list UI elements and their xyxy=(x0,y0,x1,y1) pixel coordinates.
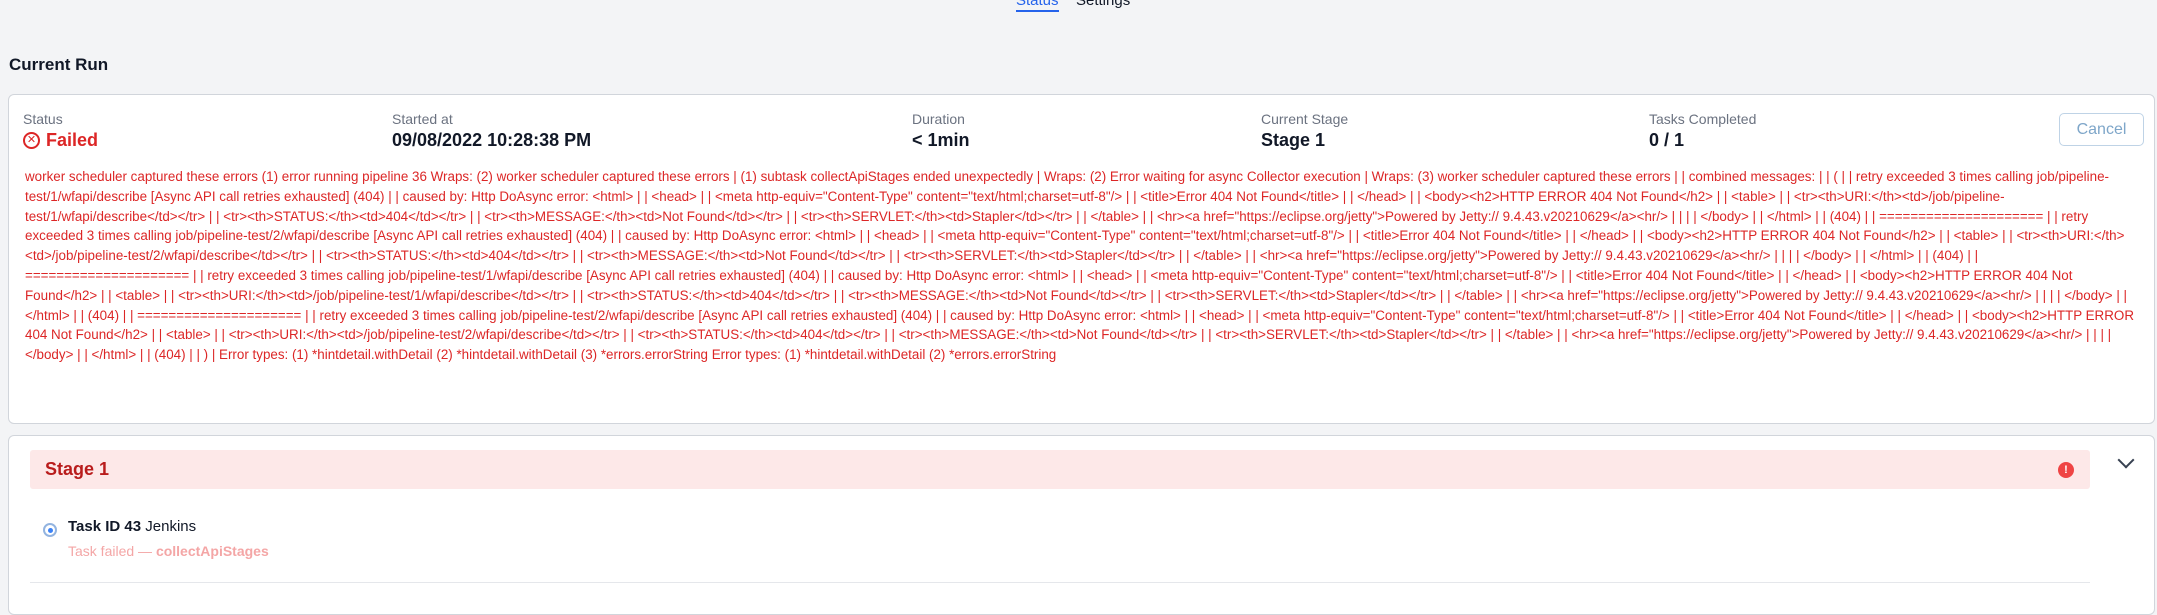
current-run-card: Status ✕ Failed Started at 09/08/2022 10… xyxy=(8,94,2155,424)
task-status-subtask: collectApiStages xyxy=(155,543,269,559)
current-stage-stat: Current Stage Stage 1 xyxy=(1261,111,1348,151)
task-status-line: Task failed — collectApiStages xyxy=(68,543,269,559)
chevron-down-icon[interactable] xyxy=(2117,451,2135,469)
failed-x-icon: ✕ xyxy=(23,131,40,149)
duration-value: < 1min xyxy=(912,130,970,150)
status-label: Status xyxy=(23,111,63,127)
error-message: worker scheduler captured these errors (… xyxy=(25,169,2134,363)
duration-label: Duration xyxy=(912,111,965,127)
tasks-completed-label: Tasks Completed xyxy=(1649,111,1757,127)
current-stage-value: Stage 1 xyxy=(1261,130,1326,150)
tab-status[interactable]: Status xyxy=(1016,0,1059,12)
stage-header[interactable]: Stage 1 ! xyxy=(30,450,2090,489)
stage-card: Stage 1 ! Task ID 43 Jenkins Task failed… xyxy=(8,435,2155,615)
started-label: Started at xyxy=(392,111,453,127)
tab-bar: Status Settings xyxy=(0,0,2157,14)
alert-icon: ! xyxy=(2058,462,2074,478)
cancel-button[interactable]: Cancel xyxy=(2059,113,2144,146)
status-text: Failed xyxy=(46,130,99,150)
started-stat: Started at 09/08/2022 10:28:38 PM xyxy=(392,111,591,151)
section-title: Current Run xyxy=(9,55,109,74)
current-stage-label: Current Stage xyxy=(1261,111,1349,127)
task-id: Task ID 43 xyxy=(68,518,142,535)
tasks-completed-stat: Tasks Completed 0 / 1 xyxy=(1649,111,1756,151)
duration-stat: Duration < 1min xyxy=(912,111,970,151)
stage-title: Stage 1 xyxy=(45,459,110,479)
started-value: 09/08/2022 10:28:38 PM xyxy=(392,130,592,150)
tab-settings[interactable]: Settings xyxy=(1076,0,1130,10)
status-value: ✕ Failed xyxy=(23,129,98,151)
task-status-prefix: Task failed — xyxy=(68,543,153,559)
task-status-icon xyxy=(43,523,57,537)
task-plugin-name: Jenkins xyxy=(145,518,197,535)
divider xyxy=(30,582,2090,583)
status-stat: Status ✕ Failed xyxy=(23,111,98,151)
tasks-completed-value: 0 / 1 xyxy=(1649,130,1685,150)
task-title: Task ID 43 Jenkins xyxy=(68,518,196,535)
